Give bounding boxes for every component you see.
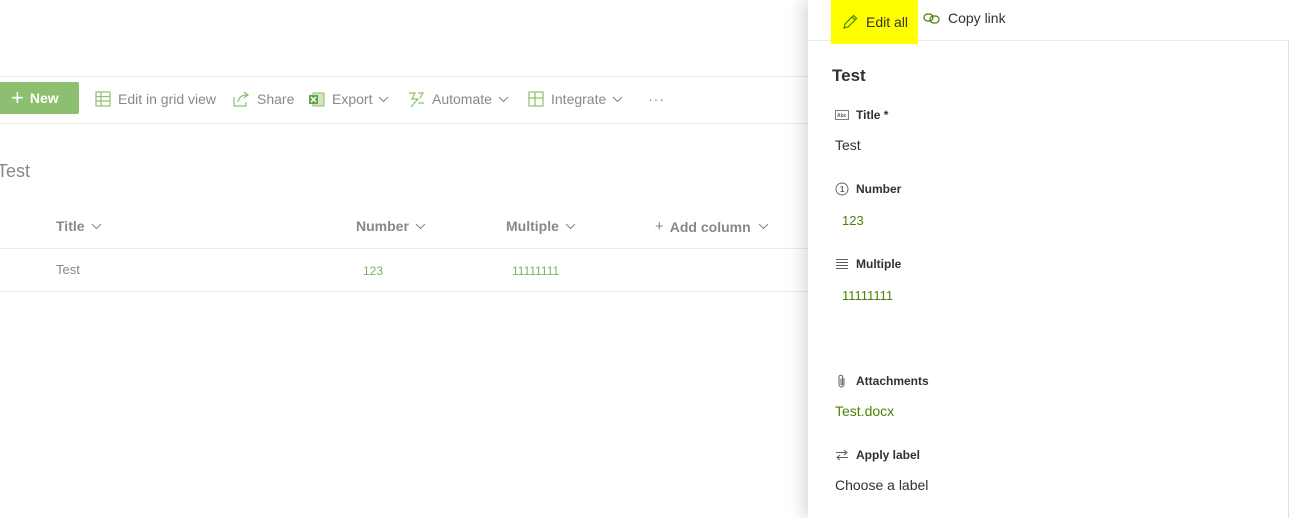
column-header-label: Multiple [506, 218, 559, 234]
share-label: Share [257, 91, 295, 107]
link-icon [923, 13, 940, 24]
cell-number: 123 [363, 264, 384, 278]
copy-link-button[interactable]: Copy link [923, 8, 1006, 28]
share-icon [233, 91, 249, 107]
field-label-text: Multiple [856, 257, 902, 271]
chevron-down-icon [498, 96, 509, 102]
cell-title[interactable]: Test [56, 262, 80, 277]
excel-icon [309, 92, 325, 106]
row-divider [0, 291, 808, 292]
column-header-label: Title [56, 218, 85, 234]
choose-label-dropdown[interactable]: Choose a label [835, 477, 928, 493]
add-column-label: Add column [669, 218, 751, 235]
field-label-multiple: Multiple [835, 256, 901, 272]
field-value-title[interactable]: Test [835, 137, 861, 153]
field-label-text: Attachments [856, 374, 929, 388]
field-label-apply-label: Apply label [835, 447, 920, 463]
more-options-button[interactable]: ··· [648, 89, 665, 109]
chevron-down-icon [379, 96, 389, 102]
field-value-multiple[interactable]: 11111111 [842, 288, 893, 303]
share-button[interactable]: Share [233, 89, 294, 109]
more-options-icon: ··· [648, 91, 665, 107]
integrate-button[interactable]: Integrate [528, 89, 630, 109]
new-button-label: New [29, 90, 59, 106]
automate-label: Automate [432, 91, 492, 107]
panel-border [1288, 40, 1289, 518]
chevron-down-icon [758, 223, 769, 230]
field-label-text: Title * [856, 108, 889, 122]
field-value-number[interactable]: 123 [842, 213, 864, 228]
integrate-label: Integrate [551, 91, 607, 107]
plus-icon: + [11, 85, 24, 110]
svg-text:1: 1 [840, 185, 845, 194]
text-field-icon: Abc [835, 110, 849, 120]
chevron-down-icon [612, 96, 623, 102]
multiline-text-icon [835, 258, 849, 271]
field-label-text: Apply label [856, 448, 921, 462]
header-divider [0, 248, 808, 249]
column-header-label: Number [356, 218, 409, 234]
edit-grid-view-label: Edit in grid view [118, 91, 217, 107]
grid-icon [95, 91, 111, 107]
field-label-number: 1 Number [835, 181, 901, 197]
chevron-down-icon [415, 223, 426, 229]
svg-text:Abc: Abc [837, 113, 847, 119]
item-title: Test [832, 66, 866, 85]
plus-icon: + [655, 218, 664, 235]
edit-all-button[interactable]: Edit all [831, 0, 918, 44]
export-button[interactable]: Export [308, 89, 396, 109]
column-header-title[interactable]: Title [56, 218, 102, 234]
edit-grid-view-button[interactable]: Edit in grid view [95, 89, 216, 109]
attachment-link[interactable]: Test.docx [835, 403, 894, 419]
cell-multiple: 11111111 [512, 264, 560, 278]
chevron-down-icon [91, 223, 101, 229]
new-button[interactable]: + New [0, 82, 79, 114]
swap-arrows-icon [835, 449, 849, 461]
copy-link-label: Copy link [948, 10, 1006, 26]
integrate-icon [528, 91, 544, 107]
edit-all-label: Edit all [866, 14, 909, 30]
chevron-down-icon [565, 223, 576, 229]
number-circle-icon: 1 [835, 182, 849, 196]
list-title: Test [0, 161, 31, 181]
field-label-title: Abc Title * [835, 107, 888, 123]
pencil-icon [843, 14, 858, 29]
automate-icon [409, 91, 425, 107]
paperclip-icon [835, 374, 849, 388]
column-header-number[interactable]: Number [356, 218, 426, 234]
add-column-button[interactable]: + Add column [655, 218, 769, 235]
column-header-multiple[interactable]: Multiple [506, 218, 576, 234]
export-label: Export [332, 91, 373, 107]
automate-button[interactable]: Automate [407, 89, 516, 109]
field-label-text: Number [856, 182, 902, 196]
field-label-attachments: Attachments [835, 373, 929, 389]
